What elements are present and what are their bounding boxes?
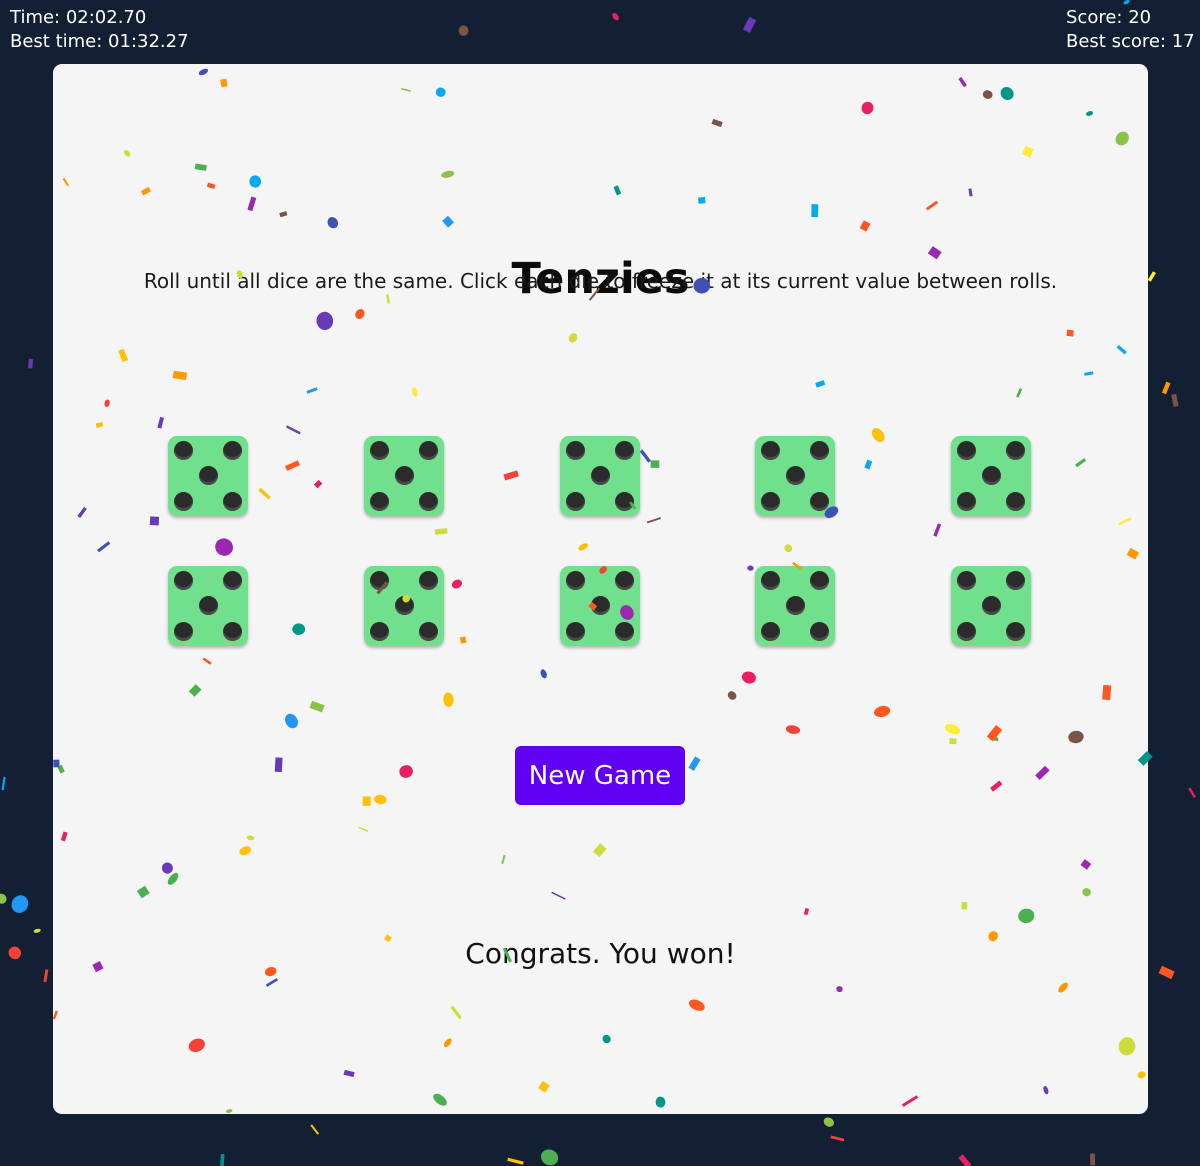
confetti-piece [1188,787,1197,799]
confetti-piece [220,1153,225,1166]
confetti-piece [958,1154,972,1166]
confetti-piece [1147,271,1156,282]
confetti-piece [0,893,7,904]
confetti-piece [830,1135,845,1142]
die[interactable] [364,566,444,646]
die[interactable] [755,566,835,646]
confetti-piece [310,1124,320,1135]
die[interactable] [951,436,1031,516]
confetti-piece [507,1157,524,1165]
die[interactable] [364,436,444,516]
win-message: Congrats. You won! [465,937,736,970]
score: Score: 20 [1066,7,1152,28]
confetti-piece [1161,381,1171,395]
die[interactable] [560,566,640,646]
confetti-piece [1,776,6,791]
confetti-piece [43,969,49,983]
die[interactable] [168,436,248,516]
confetti-piece [11,895,29,913]
die[interactable] [951,566,1031,646]
new-game-button[interactable]: New Game [515,746,685,805]
confetti-piece [612,12,619,21]
confetti-piece [458,25,469,36]
die[interactable] [168,566,248,646]
confetti-piece [540,1149,559,1166]
confetti-piece [823,1117,834,1127]
game-instructions: Roll until all dice are the same. Click … [143,269,1058,293]
die[interactable] [560,436,640,516]
best-time: Best time: 01:32.27 [10,31,189,52]
confetti-piece [1158,965,1175,980]
die[interactable] [755,436,835,516]
hud-left: Time: 02:02.70 Best time: 01:32.27 [10,6,189,54]
confetti-piece [27,358,34,369]
confetti-piece [1123,0,1130,5]
confetti-piece [1171,393,1179,407]
best-score: Best score: 17 [1066,31,1195,52]
confetti-piece [33,928,41,933]
game-board: Tenzies Roll until all dice are the same… [53,64,1148,1114]
confetti-piece [742,16,757,33]
confetti-piece [1089,1153,1096,1166]
hud-right: Score: 20 Best score: 17 [1066,6,1195,54]
timer: Time: 02:02.70 [10,7,147,28]
confetti-piece [8,946,22,960]
